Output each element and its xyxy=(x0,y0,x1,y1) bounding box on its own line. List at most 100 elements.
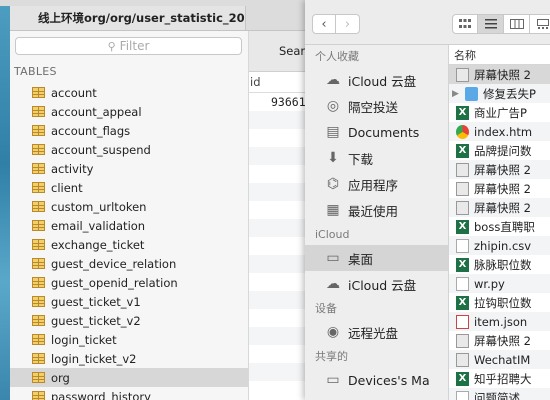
table-row[interactable] xyxy=(249,111,310,129)
content-area: Searc id 93661 xyxy=(249,31,310,400)
gallery-view-button[interactable] xyxy=(530,14,550,34)
table-item-login-ticket[interactable]: login_ticket xyxy=(10,330,248,349)
table-icon xyxy=(32,258,45,269)
table-item-label: email_validation xyxy=(51,218,146,233)
table-item-client[interactable]: client xyxy=(10,178,248,197)
file-row[interactable]: 问题简述 xyxy=(449,388,550,400)
table-item-guest-device-relation[interactable]: guest_device_relation xyxy=(10,254,248,273)
list-view-button[interactable] xyxy=(478,14,504,34)
sidebar-item-label: Devices's Ma xyxy=(348,372,430,388)
file-name: 商业广告P xyxy=(474,105,527,120)
tables-header: TABLES xyxy=(14,65,57,78)
table-row[interactable] xyxy=(249,237,310,255)
table-item-guest-ticket-v2[interactable]: guest_ticket_v2 xyxy=(10,311,248,330)
file-name: 屏幕快照 2 xyxy=(474,200,531,215)
file-name: 拉钩职位数 xyxy=(474,295,532,310)
table-item-account-appeal[interactable]: account_appeal xyxy=(10,102,248,121)
back-button[interactable]: ‹ xyxy=(312,14,336,34)
file-name: 脉脉职位数 xyxy=(474,257,532,272)
name-column-header[interactable]: 名称 xyxy=(449,45,550,65)
file-row[interactable]: index.htm xyxy=(449,122,550,141)
file-row[interactable]: 屏幕快照 2 xyxy=(449,198,550,217)
filter-input[interactable]: ⚲ Filter xyxy=(15,37,242,55)
icon-view-button[interactable] xyxy=(452,14,478,34)
file-row[interactable]: X 拉钩职位数 xyxy=(449,293,550,312)
table-row[interactable] xyxy=(249,129,310,147)
table-item-guest-openid-relation[interactable]: guest_openid_relation xyxy=(10,273,248,292)
table-row[interactable] xyxy=(249,363,310,381)
file-row[interactable]: ▶ 修复丢失P xyxy=(449,84,550,103)
sidebar-item-favorites-0[interactable]: ☁ iCloud 云盘 xyxy=(305,67,448,93)
forward-button[interactable]: › xyxy=(336,14,360,34)
column-header-id[interactable]: id xyxy=(249,72,310,93)
search-icon: ⚲ xyxy=(107,39,116,53)
sidebar-item-label: 最近使用 xyxy=(348,203,399,219)
table-item-password-history[interactable]: password_history xyxy=(10,387,248,400)
file-row[interactable]: 屏幕快照 2 xyxy=(449,331,550,350)
table-item-login-ticket-v2[interactable]: login_ticket_v2 xyxy=(10,349,248,368)
file-row[interactable]: X 知乎招聘大 xyxy=(449,369,550,388)
window-tab-bar: 线上环境org/org/user_statistic_201... xyxy=(10,6,310,31)
table-item-email-validation[interactable]: email_validation xyxy=(10,216,248,235)
py-file-icon xyxy=(456,276,469,291)
sidebar-item-favorites-3[interactable]: ⬇ 下载 xyxy=(305,145,448,171)
column-view-button[interactable] xyxy=(504,14,530,34)
sidebar-item-favorites-2[interactable]: ▤ Documents xyxy=(305,119,448,145)
sidebar-section-shared: 共享的 xyxy=(315,350,348,363)
file-name: index.htm xyxy=(474,124,533,139)
img-file-icon xyxy=(456,162,469,177)
disclosure-triangle-icon[interactable]: ▶ xyxy=(452,89,462,99)
file-row[interactable]: zhipin.csv xyxy=(449,236,550,255)
table-item-org[interactable]: org xyxy=(10,368,248,387)
table-row[interactable] xyxy=(249,165,310,183)
table-row[interactable] xyxy=(249,273,310,291)
file-row[interactable]: X 品牌提问数 xyxy=(449,141,550,160)
database-client-window: 线上环境org/org/user_statistic_201... ⚲ Filt… xyxy=(10,6,310,400)
grid-icon xyxy=(459,19,471,28)
table-row[interactable] xyxy=(249,309,310,327)
file-row[interactable]: 屏幕快照 2 xyxy=(449,160,550,179)
sidebar-item-shared-0[interactable]: ▭ Devices's Ma xyxy=(305,367,448,393)
sidebar-item-devices-0[interactable]: ◉ 远程光盘 xyxy=(305,319,448,345)
tables-sidebar: ⚲ Filter TABLES account account_appeal acc… xyxy=(10,31,249,400)
table-row[interactable] xyxy=(249,147,310,165)
file-row[interactable]: item.json xyxy=(449,312,550,331)
table-item-label: guest_ticket_v1 xyxy=(51,294,141,309)
table-cell[interactable]: 93661 xyxy=(249,93,310,111)
file-row[interactable]: 屏幕快照 2 xyxy=(449,65,550,84)
table-icon xyxy=(32,144,45,155)
table-item-account[interactable]: account xyxy=(10,83,248,102)
table-item-activity[interactable]: activity xyxy=(10,159,248,178)
file-row[interactable]: X 脉脉职位数 xyxy=(449,255,550,274)
table-row[interactable] xyxy=(249,255,310,273)
table-item-exchange-ticket[interactable]: exchange_ticket xyxy=(10,235,248,254)
table-row[interactable] xyxy=(249,201,310,219)
table-row[interactable] xyxy=(249,327,310,345)
sidebar-item-favorites-4[interactable]: ⌬ 应用程序 xyxy=(305,171,448,197)
file-row[interactable]: WechatIM xyxy=(449,350,550,369)
table-row[interactable] xyxy=(249,183,310,201)
table-row[interactable] xyxy=(249,291,310,309)
cloud-icon: ☁ xyxy=(326,72,340,88)
table-item-guest-ticket-v1[interactable]: guest_ticket_v1 xyxy=(10,292,248,311)
file-row[interactable]: wr.py xyxy=(449,274,550,293)
recents-icon: ▦ xyxy=(326,202,340,218)
connection-tab[interactable]: 线上环境org/org/user_statistic_201... xyxy=(10,6,246,30)
xls-file-icon: X xyxy=(456,371,469,386)
table-item-account-flags[interactable]: account_flags xyxy=(10,121,248,140)
sidebar-item-icloud-0[interactable]: ▭ 桌面 xyxy=(305,245,448,271)
table-item-account-suspend[interactable]: account_suspend xyxy=(10,140,248,159)
table-icon xyxy=(32,334,45,345)
table-row[interactable] xyxy=(249,381,310,399)
sidebar-item-icloud-1[interactable]: ☁ iCloud 云盘 xyxy=(305,271,448,297)
table-row[interactable] xyxy=(249,219,310,237)
file-row[interactable]: Xboss直聘职 xyxy=(449,217,550,236)
table-item-label: account xyxy=(51,85,97,100)
file-row[interactable]: X 商业广告P xyxy=(449,103,550,122)
table-item-custom-urltoken[interactable]: custom_urltoken xyxy=(10,197,248,216)
table-row[interactable] xyxy=(249,345,310,363)
sidebar-item-favorites-5[interactable]: ▦ 最近使用 xyxy=(305,197,448,223)
table-icon xyxy=(32,239,45,250)
file-row[interactable]: 屏幕快照 2 xyxy=(449,179,550,198)
sidebar-item-favorites-1[interactable]: ◎ 隔空投送 xyxy=(305,93,448,119)
